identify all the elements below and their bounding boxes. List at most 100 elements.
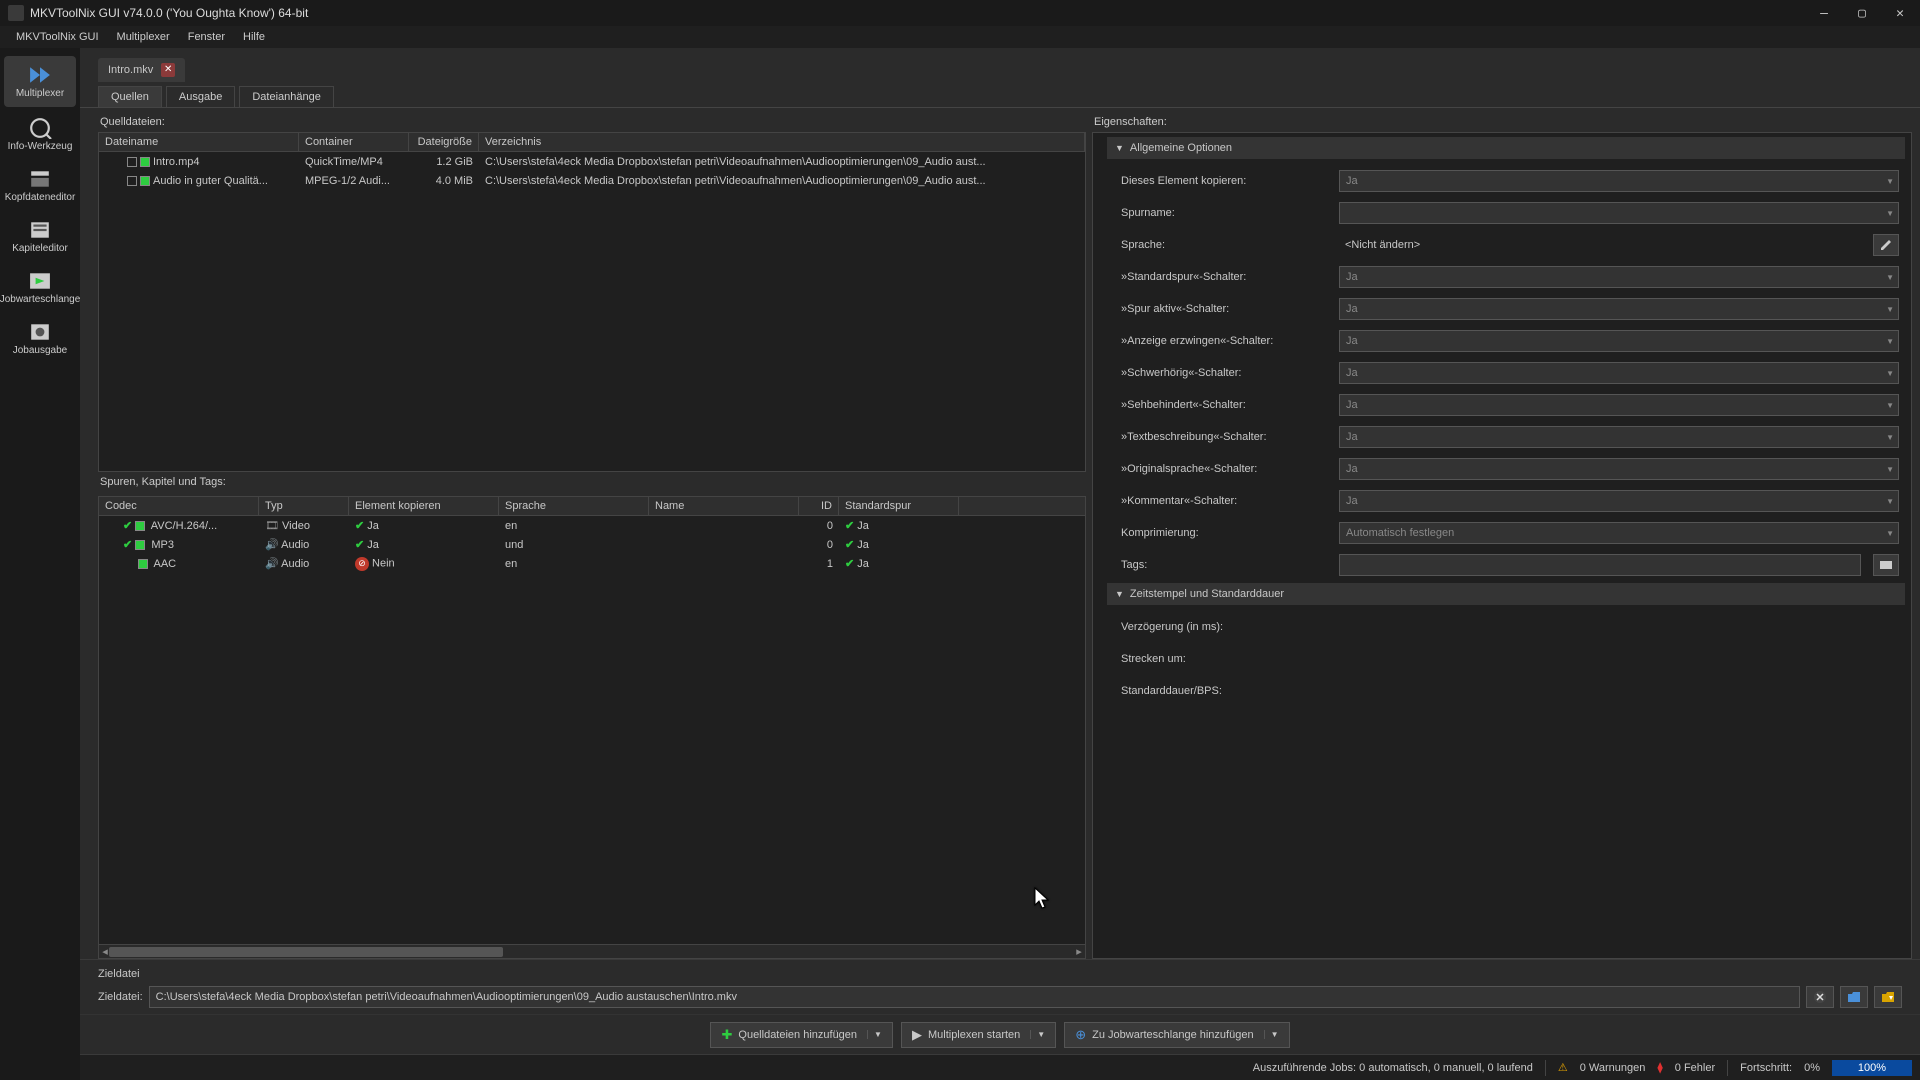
status-progress-value: 0% [1804, 1062, 1820, 1074]
status-errors[interactable]: 0 Fehler [1675, 1062, 1715, 1074]
prop-comment-field[interactable]: Ja▼ [1339, 490, 1899, 512]
menu-help[interactable]: Hilfe [235, 29, 273, 45]
prop-language-field[interactable]: <Nicht ändern> [1339, 234, 1861, 256]
col-default[interactable]: Standardspur [839, 497, 959, 515]
chapter-icon [26, 219, 54, 241]
output-file-field[interactable]: C:\Users\stefa\4eck Media Dropbox\stefan… [149, 986, 1800, 1008]
subtab-output[interactable]: Ausgabe [166, 86, 235, 107]
prop-delay-field[interactable] [1339, 616, 1899, 638]
status-progress-bar: 100% [1832, 1060, 1912, 1076]
dropdown-icon[interactable]: ▼ [1030, 1030, 1045, 1039]
window-title: MKVToolNix GUI v74.0.0 ('You Oughta Know… [30, 6, 1812, 20]
prop-active-label: »Spur aktiv«-Schalter: [1121, 303, 1331, 315]
prop-origlang-field[interactable]: Ja▼ [1339, 458, 1899, 480]
close-button[interactable]: ✕ [1888, 6, 1912, 21]
maximize-button[interactable]: ▢ [1850, 6, 1874, 21]
prop-default-label: »Standardspur«-Schalter: [1121, 271, 1331, 283]
titlebar: MKVToolNix GUI v74.0.0 ('You Oughta Know… [0, 0, 1920, 26]
nav-queue[interactable]: Jobwarteschlange [0, 262, 80, 313]
prop-trackname-label: Spurname: [1121, 207, 1331, 219]
group-label: Allgemeine Optionen [1130, 142, 1232, 154]
language-edit-icon[interactable] [1873, 234, 1899, 256]
warning-icon: ⚠ [1558, 1061, 1568, 1074]
tab-close-icon[interactable]: ✕ [161, 63, 175, 77]
prop-textdesc-field[interactable]: Ja▼ [1339, 426, 1899, 448]
dropdown-icon[interactable]: ▼ [867, 1030, 882, 1039]
dropdown-icon[interactable]: ▼ [1264, 1030, 1279, 1039]
output-file-label: Zieldatei: [98, 991, 143, 1003]
sourcefiles-table: Dateiname Container Dateigröße Verzeichn… [98, 132, 1086, 472]
prop-compress-field[interactable]: Automatisch festlegen▼ [1339, 522, 1899, 544]
document-tab[interactable]: Intro.mkv ✕ [98, 58, 185, 82]
output-recent-icon[interactable] [1874, 986, 1902, 1008]
play-icon: ▶ [912, 1027, 922, 1043]
prop-trackname-field[interactable]: ▼ [1339, 202, 1899, 224]
track-row[interactable]: ✔ MP3🔊 Audio✔ Jaund0✔ Ja [99, 535, 1085, 554]
prop-tags-field[interactable] [1339, 554, 1861, 576]
nav-label: Kapiteleditor [12, 243, 68, 254]
sourcefile-row[interactable]: Audio in guter Qualitä...MPEG-1/2 Audi..… [99, 171, 1085, 190]
sidebar: Multiplexer Info-Werkzeug Kopfdatenedito… [0, 48, 80, 1080]
queue-icon [26, 270, 54, 292]
col-type[interactable]: Typ [259, 497, 349, 515]
nav-info[interactable]: Info-Werkzeug [0, 109, 80, 160]
nav-label: Info-Werkzeug [8, 141, 73, 152]
prop-copy-field[interactable]: Ja▼ [1339, 170, 1899, 192]
nav-header[interactable]: Kopfdateneditor [0, 160, 80, 211]
track-row[interactable]: AAC🔊 Audio⊘ Neinen1✔ Ja [99, 554, 1085, 573]
col-id[interactable]: ID [799, 497, 839, 515]
queue-add-icon: ⊕ [1075, 1027, 1086, 1043]
menu-multiplexer[interactable]: Multiplexer [109, 29, 178, 45]
minimize-button[interactable]: — [1812, 6, 1836, 21]
nav-label: Kopfdateneditor [5, 192, 76, 203]
subtab-attachments[interactable]: Dateianhänge [239, 86, 334, 107]
output-clear-icon[interactable] [1806, 986, 1834, 1008]
menu-app[interactable]: MKVToolNix GUI [8, 29, 107, 45]
prop-forced-field[interactable]: Ja▼ [1339, 330, 1899, 352]
prop-duration-field[interactable] [1339, 680, 1899, 702]
add-sourcefiles-button[interactable]: ✚ Quelldateien hinzufügen ▼ [710, 1022, 892, 1048]
col-name[interactable]: Name [649, 497, 799, 515]
nav-output[interactable]: Jobausgabe [0, 313, 80, 364]
nav-label: Jobwarteschlange [0, 294, 80, 305]
start-mux-button[interactable]: ▶ Multiplexen starten ▼ [901, 1022, 1056, 1048]
track-row[interactable]: ✔ AVC/H.264/...🎞 Video✔ Jaen0✔ Ja [99, 516, 1085, 535]
prop-stretch-field[interactable] [1339, 648, 1899, 670]
prop-comment-label: »Kommentar«-Schalter: [1121, 495, 1331, 507]
col-size[interactable]: Dateigröße [409, 133, 479, 151]
info-icon [26, 117, 54, 139]
menu-window[interactable]: Fenster [180, 29, 233, 45]
error-icon: ⧫ [1657, 1061, 1662, 1074]
nav-label: Jobausgabe [13, 345, 68, 356]
add-to-queue-button[interactable]: ⊕ Zu Jobwarteschlange hinzufügen ▼ [1064, 1022, 1289, 1048]
col-directory[interactable]: Verzeichnis [479, 133, 1085, 151]
tracks-label: Spuren, Kapitel und Tags: [98, 472, 1086, 492]
prop-hearing-label: »Schwerhörig«-Schalter: [1121, 367, 1331, 379]
tracks-hscroll[interactable]: ◂▸ [99, 944, 1085, 958]
tracks-table: Codec Typ Element kopieren Sprache Name … [98, 496, 1086, 959]
output-browse-icon[interactable] [1840, 986, 1868, 1008]
group-timestamps[interactable]: ▼ Zeitstempel und Standarddauer [1107, 583, 1905, 605]
col-copy[interactable]: Element kopieren [349, 497, 499, 515]
properties-panel: ▼ Allgemeine Optionen Dieses Element kop… [1092, 132, 1912, 959]
prop-active-field[interactable]: Ja▼ [1339, 298, 1899, 320]
prop-stretch-label: Strecken um: [1121, 653, 1331, 665]
prop-textdesc-label: »Textbeschreibung«-Schalter: [1121, 431, 1331, 443]
group-general[interactable]: ▼ Allgemeine Optionen [1107, 137, 1905, 159]
status-progress-label: Fortschritt: [1740, 1062, 1792, 1074]
col-filename[interactable]: Dateiname [99, 133, 299, 151]
col-language[interactable]: Sprache [499, 497, 649, 515]
col-container[interactable]: Container [299, 133, 409, 151]
tags-browse-icon[interactable] [1873, 554, 1899, 576]
nav-chapter[interactable]: Kapiteleditor [0, 211, 80, 262]
prop-visual-field[interactable]: Ja▼ [1339, 394, 1899, 416]
tab-label: Intro.mkv [108, 64, 153, 76]
prop-hearing-field[interactable]: Ja▼ [1339, 362, 1899, 384]
prop-visual-label: »Sehbehindert«-Schalter: [1121, 399, 1331, 411]
status-warnings[interactable]: 0 Warnungen [1580, 1062, 1646, 1074]
nav-multiplexer[interactable]: Multiplexer [4, 56, 76, 107]
col-codec[interactable]: Codec [99, 497, 259, 515]
subtab-sources[interactable]: Quellen [98, 86, 162, 107]
prop-default-field[interactable]: Ja▼ [1339, 266, 1899, 288]
sourcefile-row[interactable]: Intro.mp4QuickTime/MP41.2 GiBC:\Users\st… [99, 152, 1085, 171]
